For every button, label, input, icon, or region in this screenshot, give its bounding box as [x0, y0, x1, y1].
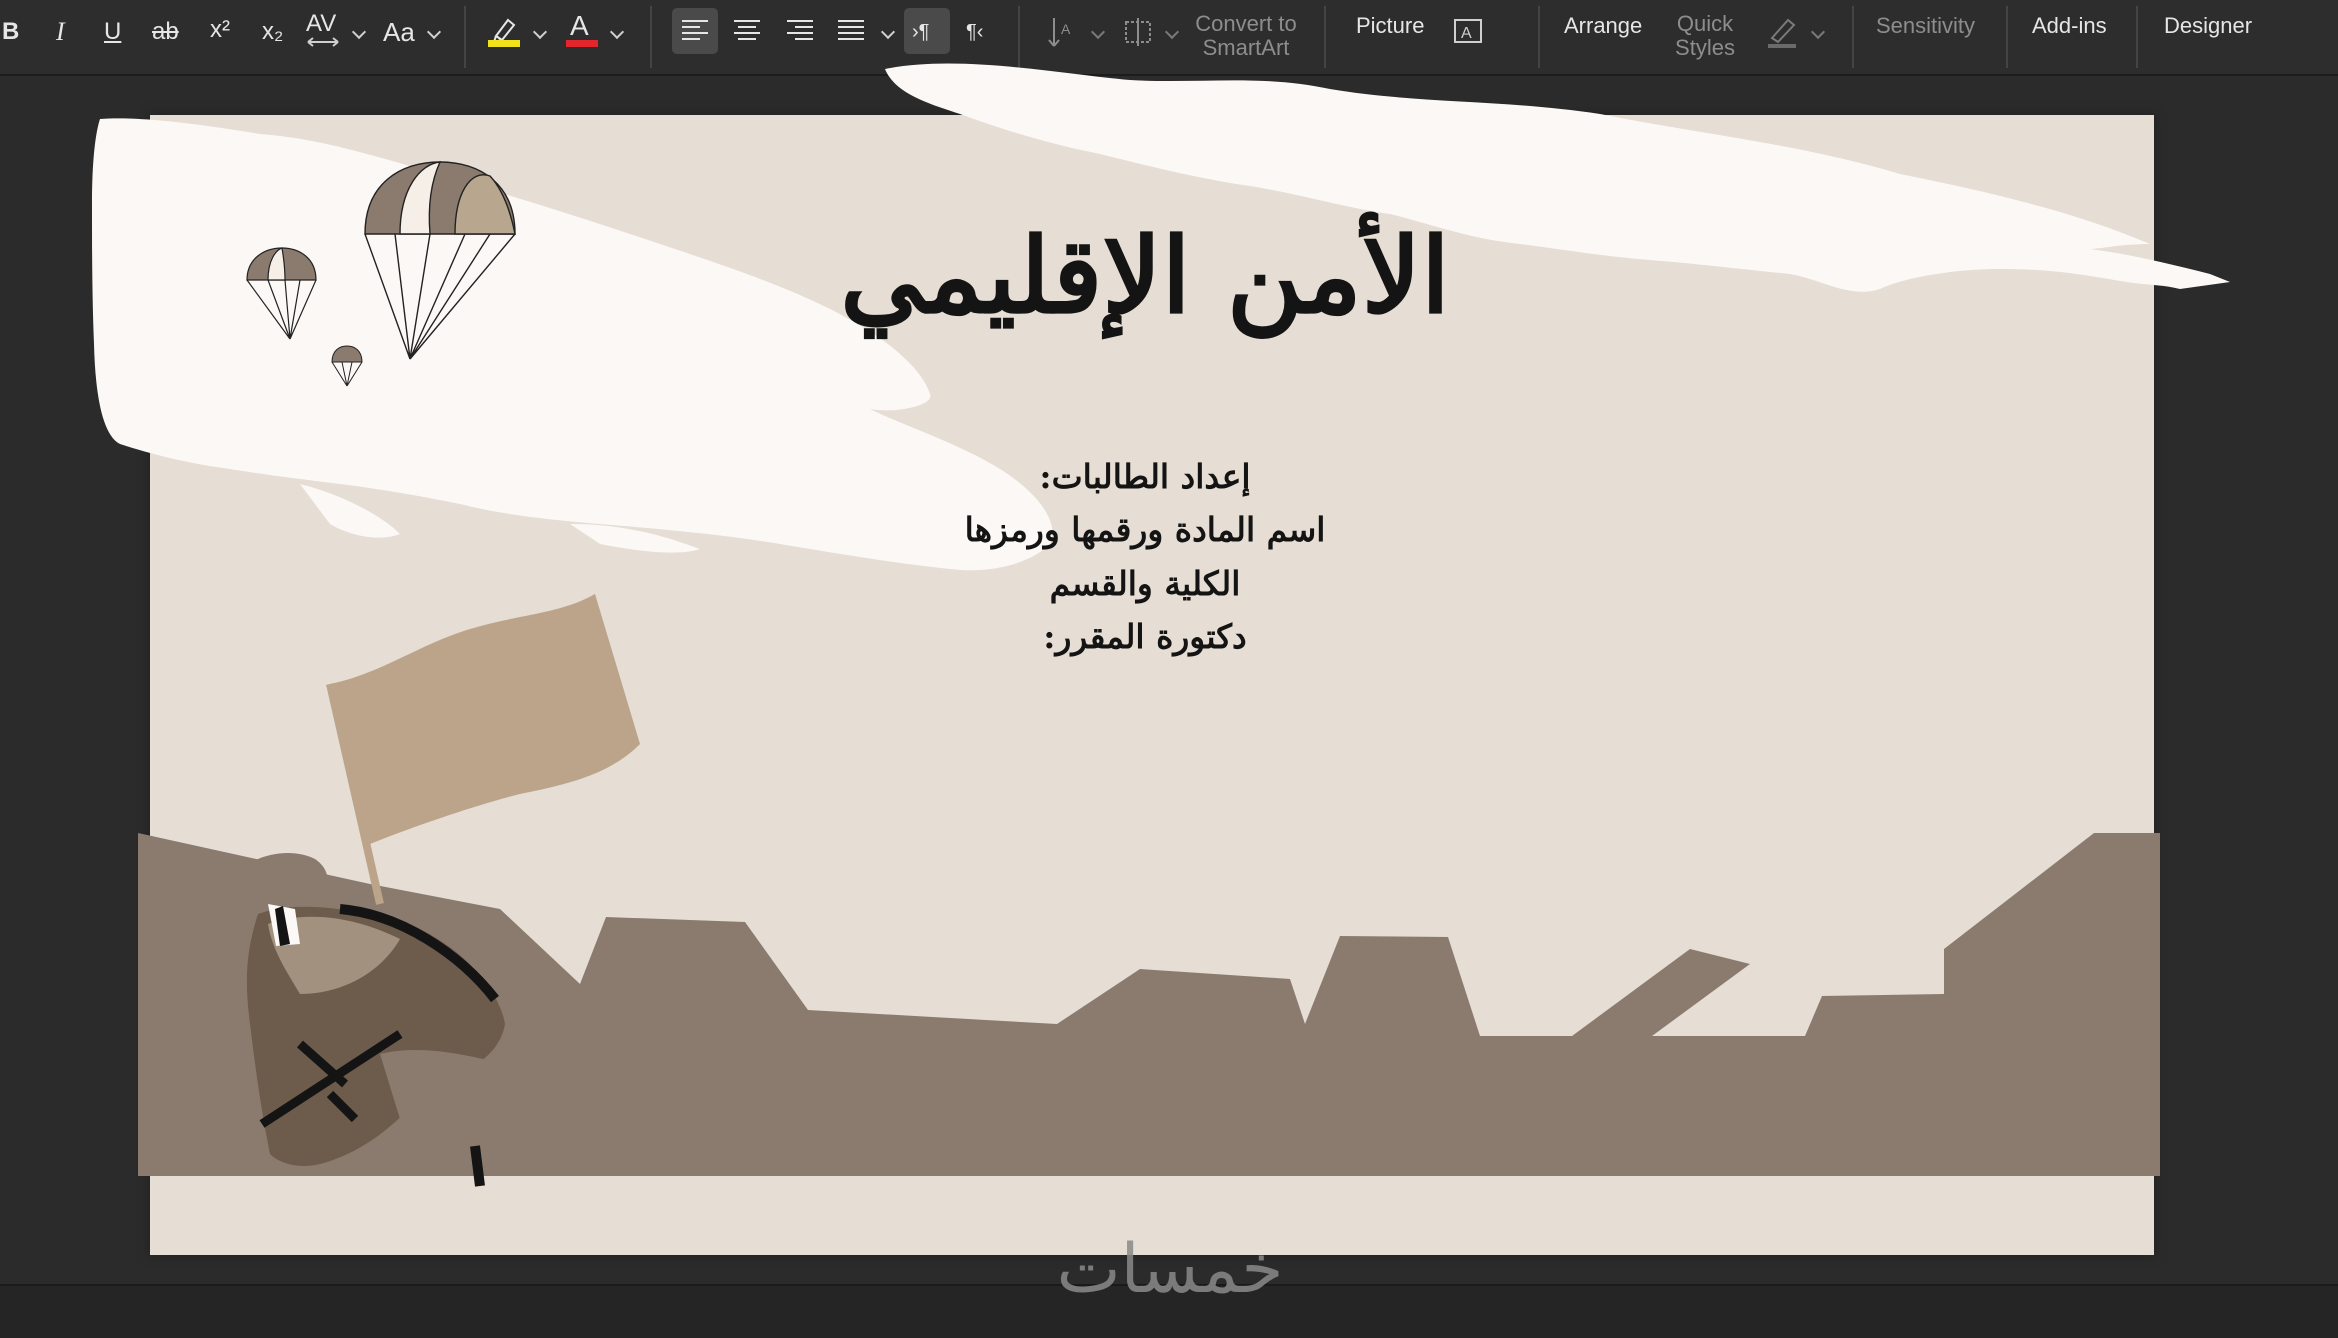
slide[interactable]: الأمن الإقليمي إعداد الطالبات: اسم الماد…	[92, 63, 2230, 1255]
slide-title[interactable]: الأمن الإقليمي	[0, 214, 2290, 337]
course-name-line[interactable]: اسم المادة ورقمها ورمزها	[0, 510, 2290, 549]
prepared-by-line[interactable]: إعداد الطالبات:	[0, 457, 2290, 496]
watermark-logo: خمسات	[1020, 1230, 1320, 1312]
course-instructor-line[interactable]: دكتورة المقرر:	[0, 617, 2290, 656]
cloud-left	[92, 118, 1053, 571]
svg-text:خمسات: خمسات	[1057, 1232, 1284, 1309]
college-department-line[interactable]: الكلية والقسم	[0, 564, 2290, 603]
